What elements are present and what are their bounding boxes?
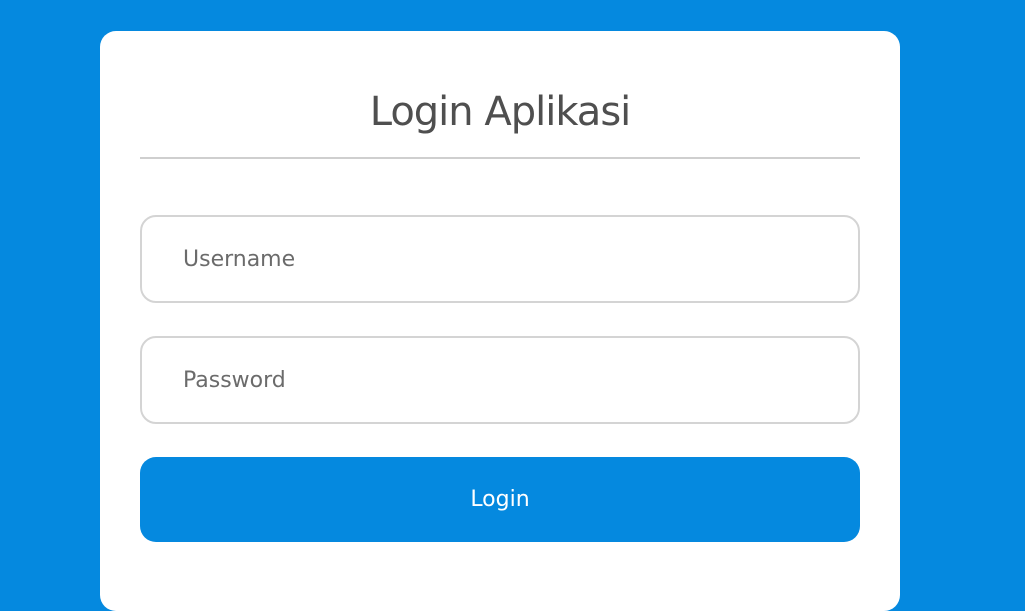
- password-input[interactable]: [140, 336, 860, 424]
- username-input[interactable]: [140, 215, 860, 303]
- title-divider: [140, 157, 860, 159]
- login-card: Login Aplikasi Login: [100, 31, 900, 611]
- page-title: Login Aplikasi: [369, 89, 632, 135]
- login-button[interactable]: Login: [140, 457, 860, 542]
